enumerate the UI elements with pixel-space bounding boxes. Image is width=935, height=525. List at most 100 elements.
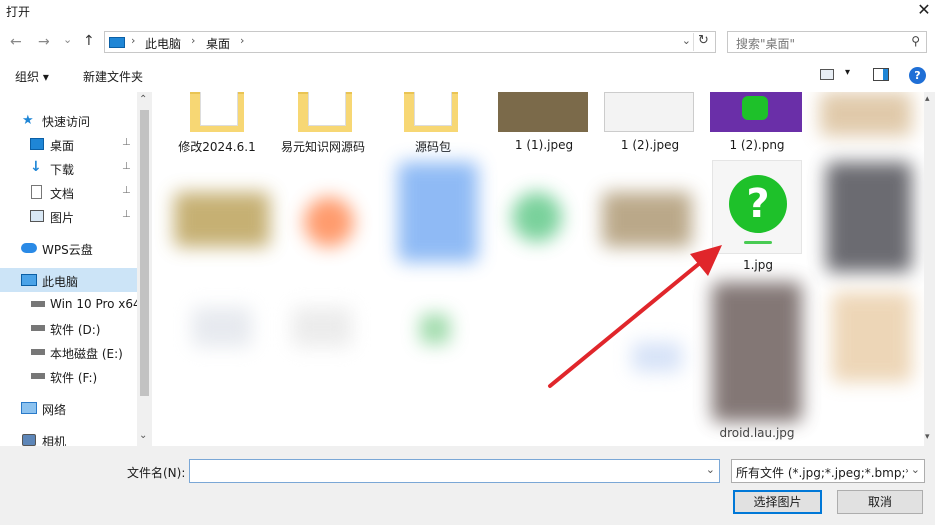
breadcrumb-this-pc[interactable]: 此电脑 [145,35,181,52]
drive-icon [31,325,45,331]
blurred-thumbnail [174,192,270,247]
filename-input[interactable]: ⌄ [189,459,720,483]
pin-icon[interactable]: ⊥ [122,161,131,172]
sidebar-item-network[interactable]: 网络 [0,396,137,420]
sidebar-item-quick-access[interactable]: ★ 快速访问 [0,108,137,132]
pin-icon[interactable]: ⊥ [122,185,131,196]
sidebar-scrollbar[interactable]: ⌃ ⌄ [137,92,152,446]
sidebar-item-desktop[interactable]: 桌面 ⊥ [0,132,137,156]
sidebar-item-drive-e[interactable]: 本地磁盘 (E:) [0,340,137,364]
file-label[interactable]: 1 (2).jpeg [600,138,700,152]
sidebar-item-drive-c[interactable]: Win 10 Pro x64 [0,292,141,316]
scroll-down-icon[interactable]: ▾ [925,432,930,442]
file-label[interactable]: droid.lau.jpg [707,426,807,440]
sidebar-item-label: 图片 [50,211,75,225]
address-bar[interactable]: › 此电脑 › 桌面 › ⌄ ↻ [104,31,716,53]
sidebar-item-camera[interactable]: 相机 [0,428,137,446]
folder-icon[interactable] [298,92,352,132]
file-list-scrollbar[interactable]: ▴ ▾ [924,92,935,446]
open-button[interactable]: 选择图片 [733,490,822,514]
file-label[interactable]: 源码包 [383,138,483,155]
annotation-arrow [548,245,722,388]
download-icon: ↓ [30,159,42,175]
help-icon[interactable]: ? [909,67,926,84]
new-folder-button[interactable]: 新建文件夹 [83,68,143,85]
folder-icon[interactable] [190,92,244,132]
folder-icon[interactable] [404,92,458,132]
sidebar-item-this-pc[interactable]: 此电脑 [0,268,137,292]
file-label[interactable]: 易元知识网源码 [273,138,373,155]
filetype-select[interactable]: 所有文件 (*.jpg;*.jpeg;*.bmp;*. ⌄ [731,459,925,483]
close-icon[interactable]: ✕ [913,0,935,22]
sidebar-item-downloads[interactable]: ↓ 下载 ⊥ [0,156,137,180]
sidebar-item-documents[interactable]: 文档 ⊥ [0,180,137,204]
filetype-value: 所有文件 (*.jpg;*.jpeg;*.bmp;*. [736,466,908,480]
image-thumbnail[interactable] [604,92,694,132]
up-button[interactable]: ↑ [83,33,95,49]
sidebar-item-label: 文档 [50,187,75,201]
arrow-head [690,245,722,276]
search-input[interactable]: 搜索"桌面" ⚲ [727,31,927,53]
sidebar-item-label: 此电脑 [42,275,79,289]
preview-pane-icon[interactable] [873,68,889,81]
image-thumbnail[interactable] [710,92,802,132]
sidebar-item-label: 网络 [42,403,67,417]
refresh-icon[interactable]: ↻ [693,33,713,51]
question-mark-icon: ? [729,175,787,233]
sidebar-item-label: Win 10 Pro x64 [50,297,141,311]
forward-button[interactable]: → [38,34,50,50]
sidebar-scrollbar-thumb[interactable] [140,110,149,396]
view-dropdown-icon[interactable]: ▾ [845,67,850,78]
breadcrumb-desktop[interactable]: 桌面 [206,35,230,52]
scroll-up-icon[interactable]: ▴ [925,94,930,104]
desktop-icon [30,138,44,150]
sidebar-item-label: 本地磁盘 (E:) [50,347,123,361]
cancel-button[interactable]: 取消 [837,490,923,514]
scroll-down-icon[interactable]: ⌄ [139,430,147,441]
computer-icon [21,274,37,286]
image-thumbnail[interactable] [498,92,588,132]
recent-locations-button[interactable]: ⌄ [63,33,72,46]
network-icon [21,402,37,414]
blurred-thumbnail [292,307,352,347]
sidebar-item-label: 快速访问 [42,115,91,129]
window-title: 打开 [6,5,31,19]
blurred-thumbnail [832,292,912,382]
blurred-thumbnail [602,192,692,247]
sidebar-item-wps-cloud[interactable]: WPS云盘 [0,236,137,260]
blurred-thumbnail [420,314,450,344]
search-placeholder: 搜索"桌面" [736,37,796,51]
title-bar: 打开 ✕ [0,0,935,22]
drive-icon [31,349,45,355]
scroll-up-icon[interactable]: ⌃ [139,94,147,105]
chevron-down-icon[interactable]: ⌄ [911,463,920,476]
sidebar-item-label: 下载 [50,163,75,177]
star-icon: ★ [22,113,34,128]
organize-button[interactable]: 组织 ▾ [15,68,49,85]
sidebar-item-label: 软件 (D:) [50,323,101,337]
navigation-pane: ★ 快速访问 桌面 ⊥ ↓ 下载 ⊥ 文档 ⊥ 图片 ⊥ WPS云盘 此电脑 W… [0,92,152,446]
sidebar-item-drive-f[interactable]: 软件 (F:) [0,364,137,388]
pin-icon[interactable]: ⊥ [122,137,131,148]
file-label[interactable]: 1 (1).jpeg [494,138,594,152]
sidebar-item-drive-d[interactable]: 软件 (D:) [0,316,137,340]
file-label[interactable]: 修改2024.6.1 [167,138,267,155]
blurred-thumbnail [192,307,252,347]
chevron-down-icon[interactable]: ⌄ [706,463,715,476]
cloud-icon [21,243,37,253]
file-label[interactable]: 1 (2).png [707,138,807,152]
chevron-down-icon[interactable]: ⌄ [682,34,691,47]
blurred-thumbnail [826,162,912,272]
document-icon [31,185,42,199]
crumb-sep-icon: › [131,34,136,47]
back-button[interactable]: ← [10,34,22,50]
search-icon[interactable]: ⚲ [911,34,920,48]
sidebar-item-pictures[interactable]: 图片 ⊥ [0,204,137,228]
view-icon[interactable] [820,69,834,80]
drive-icon [31,301,45,307]
sidebar-item-label: 桌面 [50,139,75,153]
blurred-thumbnail [820,92,912,136]
pin-icon[interactable]: ⊥ [122,209,131,220]
wechat-icon [742,96,768,120]
sidebar-item-label: 相机 [42,435,67,446]
